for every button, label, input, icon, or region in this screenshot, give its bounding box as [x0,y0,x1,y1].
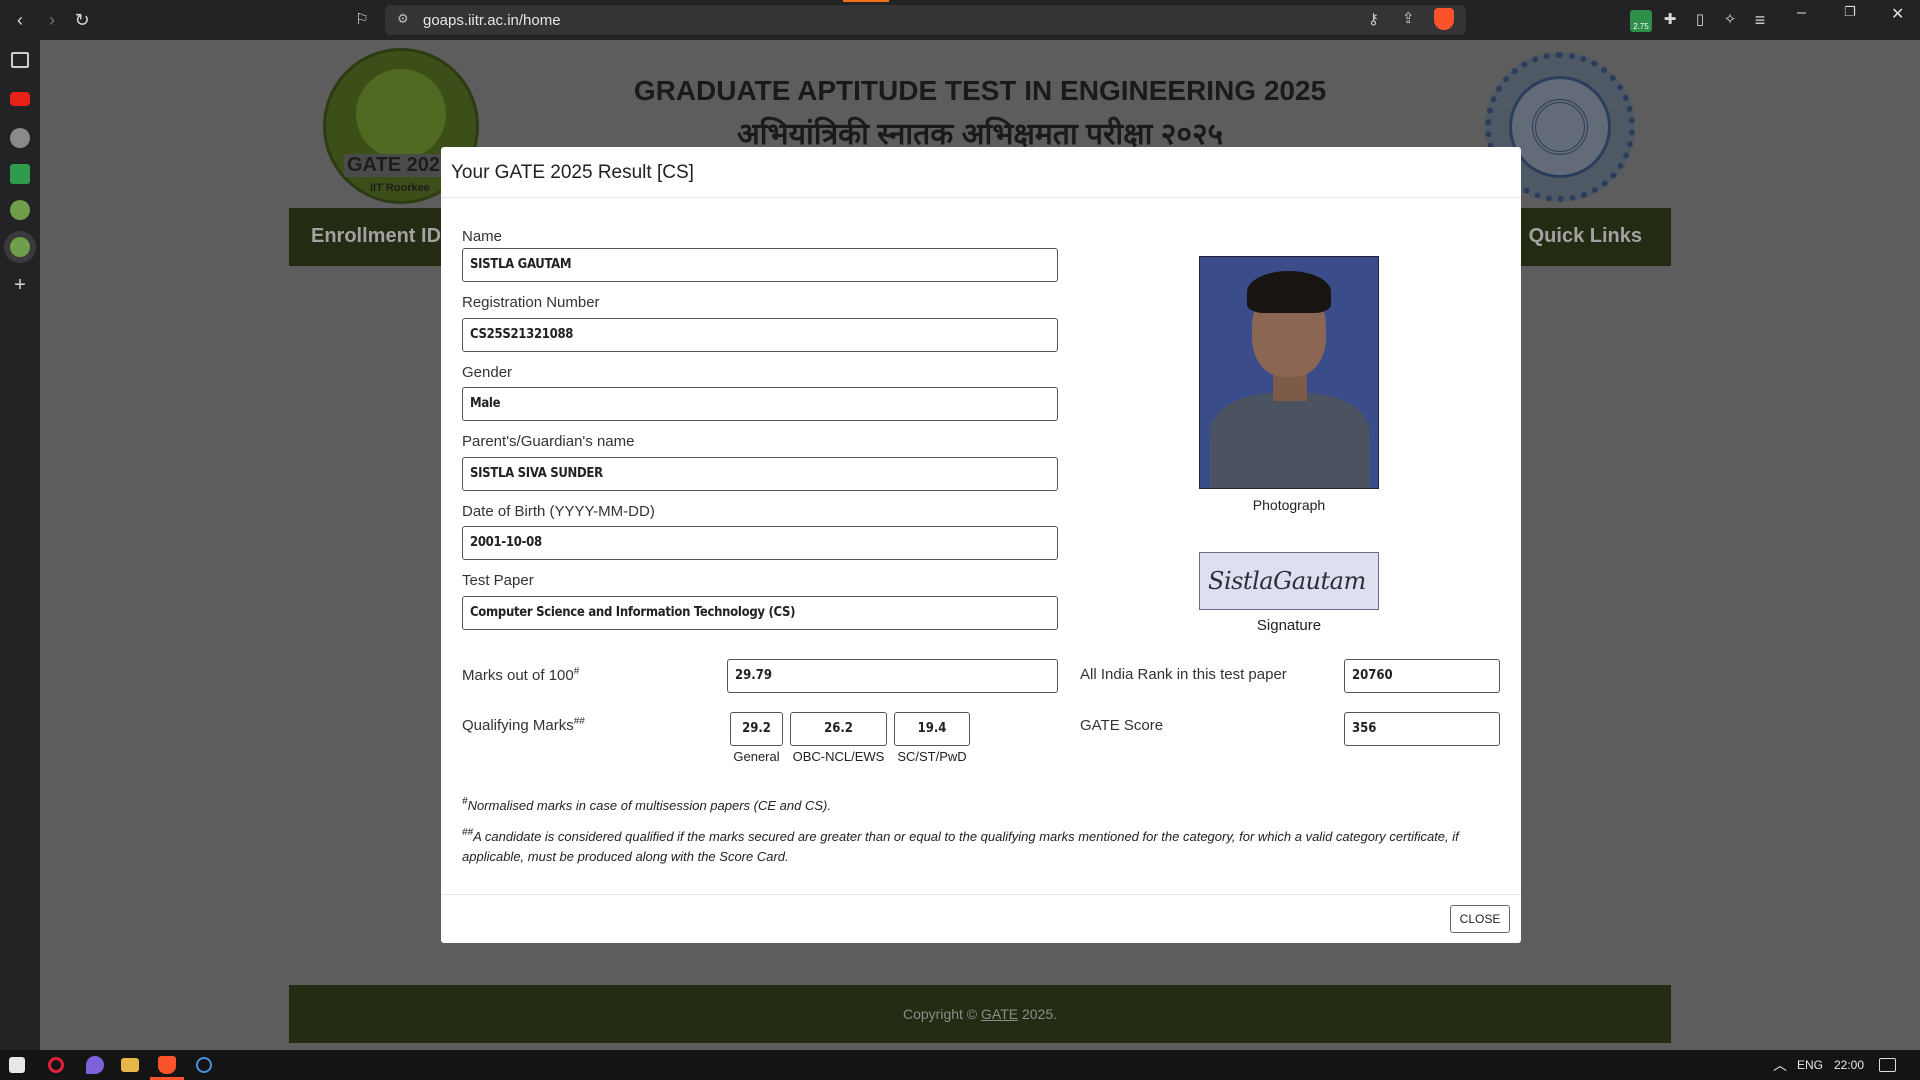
registration-field: CS25S21321088 [462,318,1058,352]
signature-text: SistlaGautam [1208,567,1366,595]
sidebar-toggle-icon[interactable]: ▯ [1688,8,1712,32]
menu-icon[interactable]: ≡ [1748,8,1772,32]
gate-site-icon[interactable] [10,200,30,220]
test-paper-field: Computer Science and Information Technol… [462,596,1058,630]
footer-copyright: Copyright © [902,1006,978,1022]
photograph-caption: Photograph [1252,497,1326,513]
guardian-field: SISTLA SIVA SUNDER [462,457,1058,491]
app-icon[interactable] [86,1056,104,1074]
qualifying-sc-field: 19.4 [894,712,970,746]
marks-field: 29.79 [727,659,1058,693]
guardian-label: Parent's/Guardian's name [462,433,635,450]
gate-logo-text: GATE 202 [344,154,443,177]
footnote-qualified: ##A candidate is considered qualified if… [462,823,1472,867]
modal-divider-top [441,197,1521,198]
candidate-signature: SistlaGautam [1199,552,1379,610]
footnote2-mark: ## [462,827,474,838]
dob-field: 2001-10-08 [462,526,1058,560]
footer-gate-link[interactable]: GATE [981,1006,1018,1022]
result-modal: Your GATE 2025 Result [CS] Name SISTLA G… [441,147,1521,943]
extension-badge: 2.75 [1633,22,1649,31]
qualifying-marks-label: Qualifying Marks## [462,716,585,734]
minimize-icon[interactable]: – [1797,4,1806,22]
globe-icon[interactable] [10,128,30,148]
restore-icon[interactable]: ❐ [1844,4,1856,20]
candidate-photograph [1199,256,1379,489]
qualifying-obc-field: 26.2 [790,712,887,746]
bookmark-icon[interactable]: ⚐ [350,8,374,32]
opera-icon[interactable] [48,1057,64,1073]
obc-caption: OBC-NCL/EWS [792,749,885,764]
modal-divider-bottom [441,894,1521,895]
sidebar-panel-icon[interactable] [11,52,29,68]
language-indicator[interactable]: ENG [1797,1058,1823,1072]
name-label: Name [462,228,503,245]
tasks-icon[interactable] [196,1057,212,1073]
gate-score-field: 356 [1344,712,1500,746]
youtube-icon[interactable] [10,92,30,106]
quick-links-menu[interactable]: Quick Links [1529,225,1642,248]
enrollment-id-label: Enrollment ID: [311,225,448,247]
gate-site-icon-active[interactable] [10,237,30,257]
air-field: 20760 [1344,659,1500,693]
notifications-icon[interactable] [1879,1058,1896,1072]
test-paper-label: Test Paper [462,572,534,589]
gate-logo-subtext: IIT Roorkee [370,182,430,194]
site-info-icon[interactable]: ⚙ [397,11,409,27]
signature-caption: Signature [1256,617,1322,634]
registration-label: Registration Number [462,294,600,311]
tray-chevron-icon[interactable]: ︿ [1773,1055,1787,1075]
footer-year: 2025. [1021,1006,1058,1022]
iitr-logo-core [1532,99,1588,155]
qualifying-footnote-mark: ## [573,716,585,727]
modal-title: Your GATE 2025 Result [CS] [451,162,694,183]
gender-field: Male [462,387,1058,421]
file-explorer-icon[interactable] [121,1058,139,1072]
qualifying-general-field: 29.2 [730,712,783,746]
back-icon[interactable]: ‹ [8,8,32,32]
share-icon[interactable]: ⇪ [1402,9,1415,27]
gate-score-label: GATE Score [1080,717,1164,734]
footnote2-text: A candidate is considered qualified if t… [462,829,1459,864]
clock[interactable]: 22:00 [1834,1058,1864,1072]
footnote-normalised: #Normalised marks in case of multisessio… [462,792,1502,816]
address-bar[interactable]: ⚙ goaps.iitr.ac.in/home ⚷ ⇪ [385,5,1466,35]
dob-label: Date of Birth (YYYY-MM-DD) [462,503,655,520]
page-title-english: GRADUATE APTITUDE TEST IN ENGINEERING 20… [633,75,1327,106]
footer: Copyright © GATE 2025. [289,985,1671,1043]
gender-label: Gender [462,364,513,381]
reload-icon[interactable]: ↻ [70,8,94,32]
air-label: All India Rank in this test paper [1080,666,1287,683]
browser-sidebar: + [0,40,40,1050]
sc-caption: SC/ST/PwD [897,749,967,764]
brave-taskbar-icon[interactable] [158,1056,176,1074]
close-window-icon[interactable]: ✕ [1891,4,1904,24]
extension-icon[interactable]: 2.75 [1630,10,1652,32]
marks-label: Marks out of 100# [462,666,580,684]
forward-icon[interactable]: › [40,8,64,32]
key-icon[interactable]: ⚷ [1368,10,1379,28]
name-field: SISTLA GAUTAM [462,248,1058,282]
close-button[interactable]: CLOSE [1450,905,1510,933]
active-tab-indicator [843,0,889,2]
start-icon[interactable] [9,1057,25,1073]
extensions-puzzle-icon[interactable]: ✚ [1658,8,1682,32]
marks-footnote-mark: # [573,666,580,677]
add-icon[interactable]: + [8,273,32,297]
notes-icon[interactable] [10,164,30,184]
brave-shields-icon[interactable] [1434,8,1454,30]
url-text[interactable]: goaps.iitr.ac.in/home [423,12,561,29]
footnote1-text: Normalised marks in case of multisession… [467,798,831,813]
browser-toolbar: ‹ › ↻ ⚐ ⚙ goaps.iitr.ac.in/home ⚷ ⇪ 2.75… [0,0,1920,40]
general-caption: General [733,749,780,764]
taskbar: ︿ ENG 22:00 [0,1050,1920,1080]
leo-ai-icon[interactable]: ✧ [1718,8,1742,32]
